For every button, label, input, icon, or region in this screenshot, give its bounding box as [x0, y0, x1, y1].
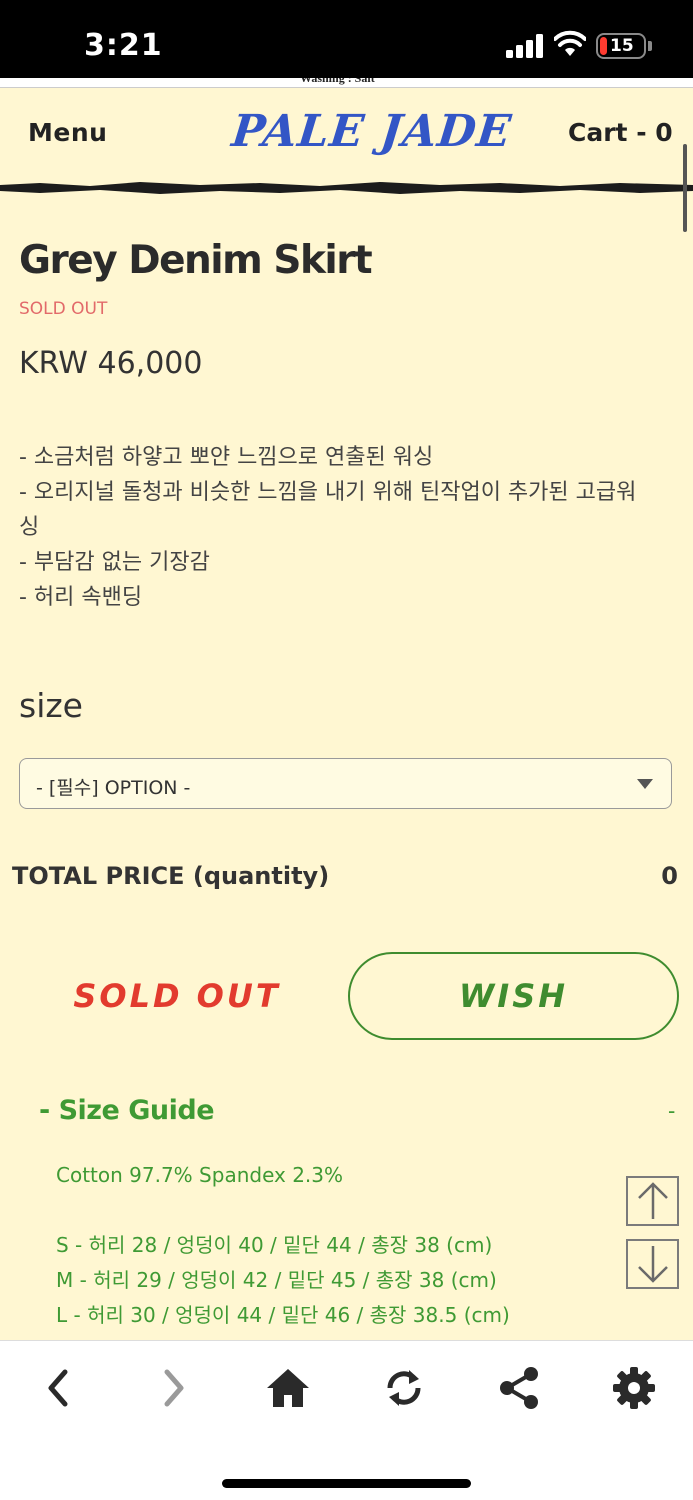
description-line: 싱 — [19, 515, 40, 540]
sold-out-button[interactable]: SOLD OUT — [18, 952, 336, 1040]
top-strip: Washing : Salt — [0, 78, 693, 88]
settings-icon — [613, 1367, 655, 1409]
reload-button[interactable] — [374, 1363, 434, 1413]
signal-icon — [506, 34, 546, 58]
brush-divider — [0, 182, 693, 194]
size-guide-content: Cotton 97.7% Spandex 2.3% S - 허리 28 / 엉덩… — [56, 1158, 510, 1333]
description-line: - 오리지널 돌청과 비슷한 느낌을 내기 위해 틴작업이 추가된 고급워 — [19, 480, 637, 505]
site-header: Menu PALE JADE Cart - 0 — [0, 88, 693, 182]
page-scrollbar[interactable] — [683, 144, 687, 232]
forward-button[interactable] — [144, 1363, 204, 1413]
battery-cap — [648, 41, 652, 51]
size-row: L - 허리 30 / 엉덩이 44 / 밑단 46 / 총장 38.5 (cm… — [56, 1303, 510, 1327]
top-strip-text: Washing : Salt — [300, 78, 375, 85]
product-price: KRW 46,000 — [19, 346, 203, 381]
status-bar: 3:21 15 — [0, 0, 693, 84]
description-line: - 부담감 없는 기장감 — [19, 550, 210, 575]
sold-out-badge: SOLD OUT — [19, 299, 108, 319]
description-line: - 소금처럼 하얗고 뽀얀 느낌으로 연출된 워싱 — [19, 445, 434, 470]
reload-icon — [387, 1370, 421, 1406]
product-title: Grey Denim Skirt — [19, 238, 373, 283]
wifi-icon — [554, 30, 586, 56]
home-icon — [267, 1369, 309, 1407]
home-button[interactable] — [258, 1363, 318, 1413]
settings-button[interactable] — [604, 1363, 664, 1413]
wish-button[interactable]: WISH — [348, 952, 679, 1040]
battery-icon: 15 — [596, 33, 646, 59]
battery-level: 15 — [610, 36, 634, 56]
material-text: Cotton 97.7% Spandex 2.3% — [56, 1163, 344, 1187]
arrow-up-icon — [637, 1182, 668, 1219]
back-icon — [48, 1369, 68, 1407]
total-price-label: TOTAL PRICE (quantity) — [12, 862, 330, 890]
selected-option: - [필수] OPTION - — [36, 777, 191, 799]
chevron-down-icon — [637, 779, 653, 789]
option-label: size — [19, 686, 83, 725]
size-row: M - 허리 29 / 엉덩이 42 / 밑단 45 / 총장 38 (cm) — [56, 1268, 497, 1292]
logo[interactable]: PALE JADE — [229, 106, 514, 157]
browser-toolbar — [0, 1340, 693, 1500]
arrow-down-icon — [637, 1246, 668, 1283]
home-indicator — [222, 1479, 471, 1488]
size-option-select[interactable]: - [필수] OPTION - — [19, 758, 672, 809]
description-line: - 허리 속밴딩 — [19, 585, 143, 610]
status-time: 3:21 — [84, 28, 163, 63]
size-row: S - 허리 28 / 엉덩이 40 / 밑단 44 / 총장 38 (cm) — [56, 1233, 493, 1257]
back-button[interactable] — [28, 1363, 88, 1413]
size-guide-title[interactable]: - Size Guide — [39, 1095, 215, 1126]
product-description: - 소금처럼 하얗고 뽀얀 느낌으로 연출된 워싱 - 오리지널 돌청과 비슷한… — [19, 440, 679, 615]
scroll-up-button[interactable] — [626, 1176, 679, 1226]
share-button[interactable] — [489, 1363, 549, 1413]
menu-button[interactable]: Menu — [28, 118, 107, 147]
scroll-down-button[interactable] — [626, 1239, 679, 1289]
total-price-value: 0 — [661, 862, 678, 890]
forward-icon — [164, 1369, 184, 1407]
cart-button[interactable]: Cart - 0 — [568, 118, 673, 147]
size-guide-toggle[interactable]: - — [668, 1098, 675, 1124]
share-icon — [500, 1367, 538, 1409]
